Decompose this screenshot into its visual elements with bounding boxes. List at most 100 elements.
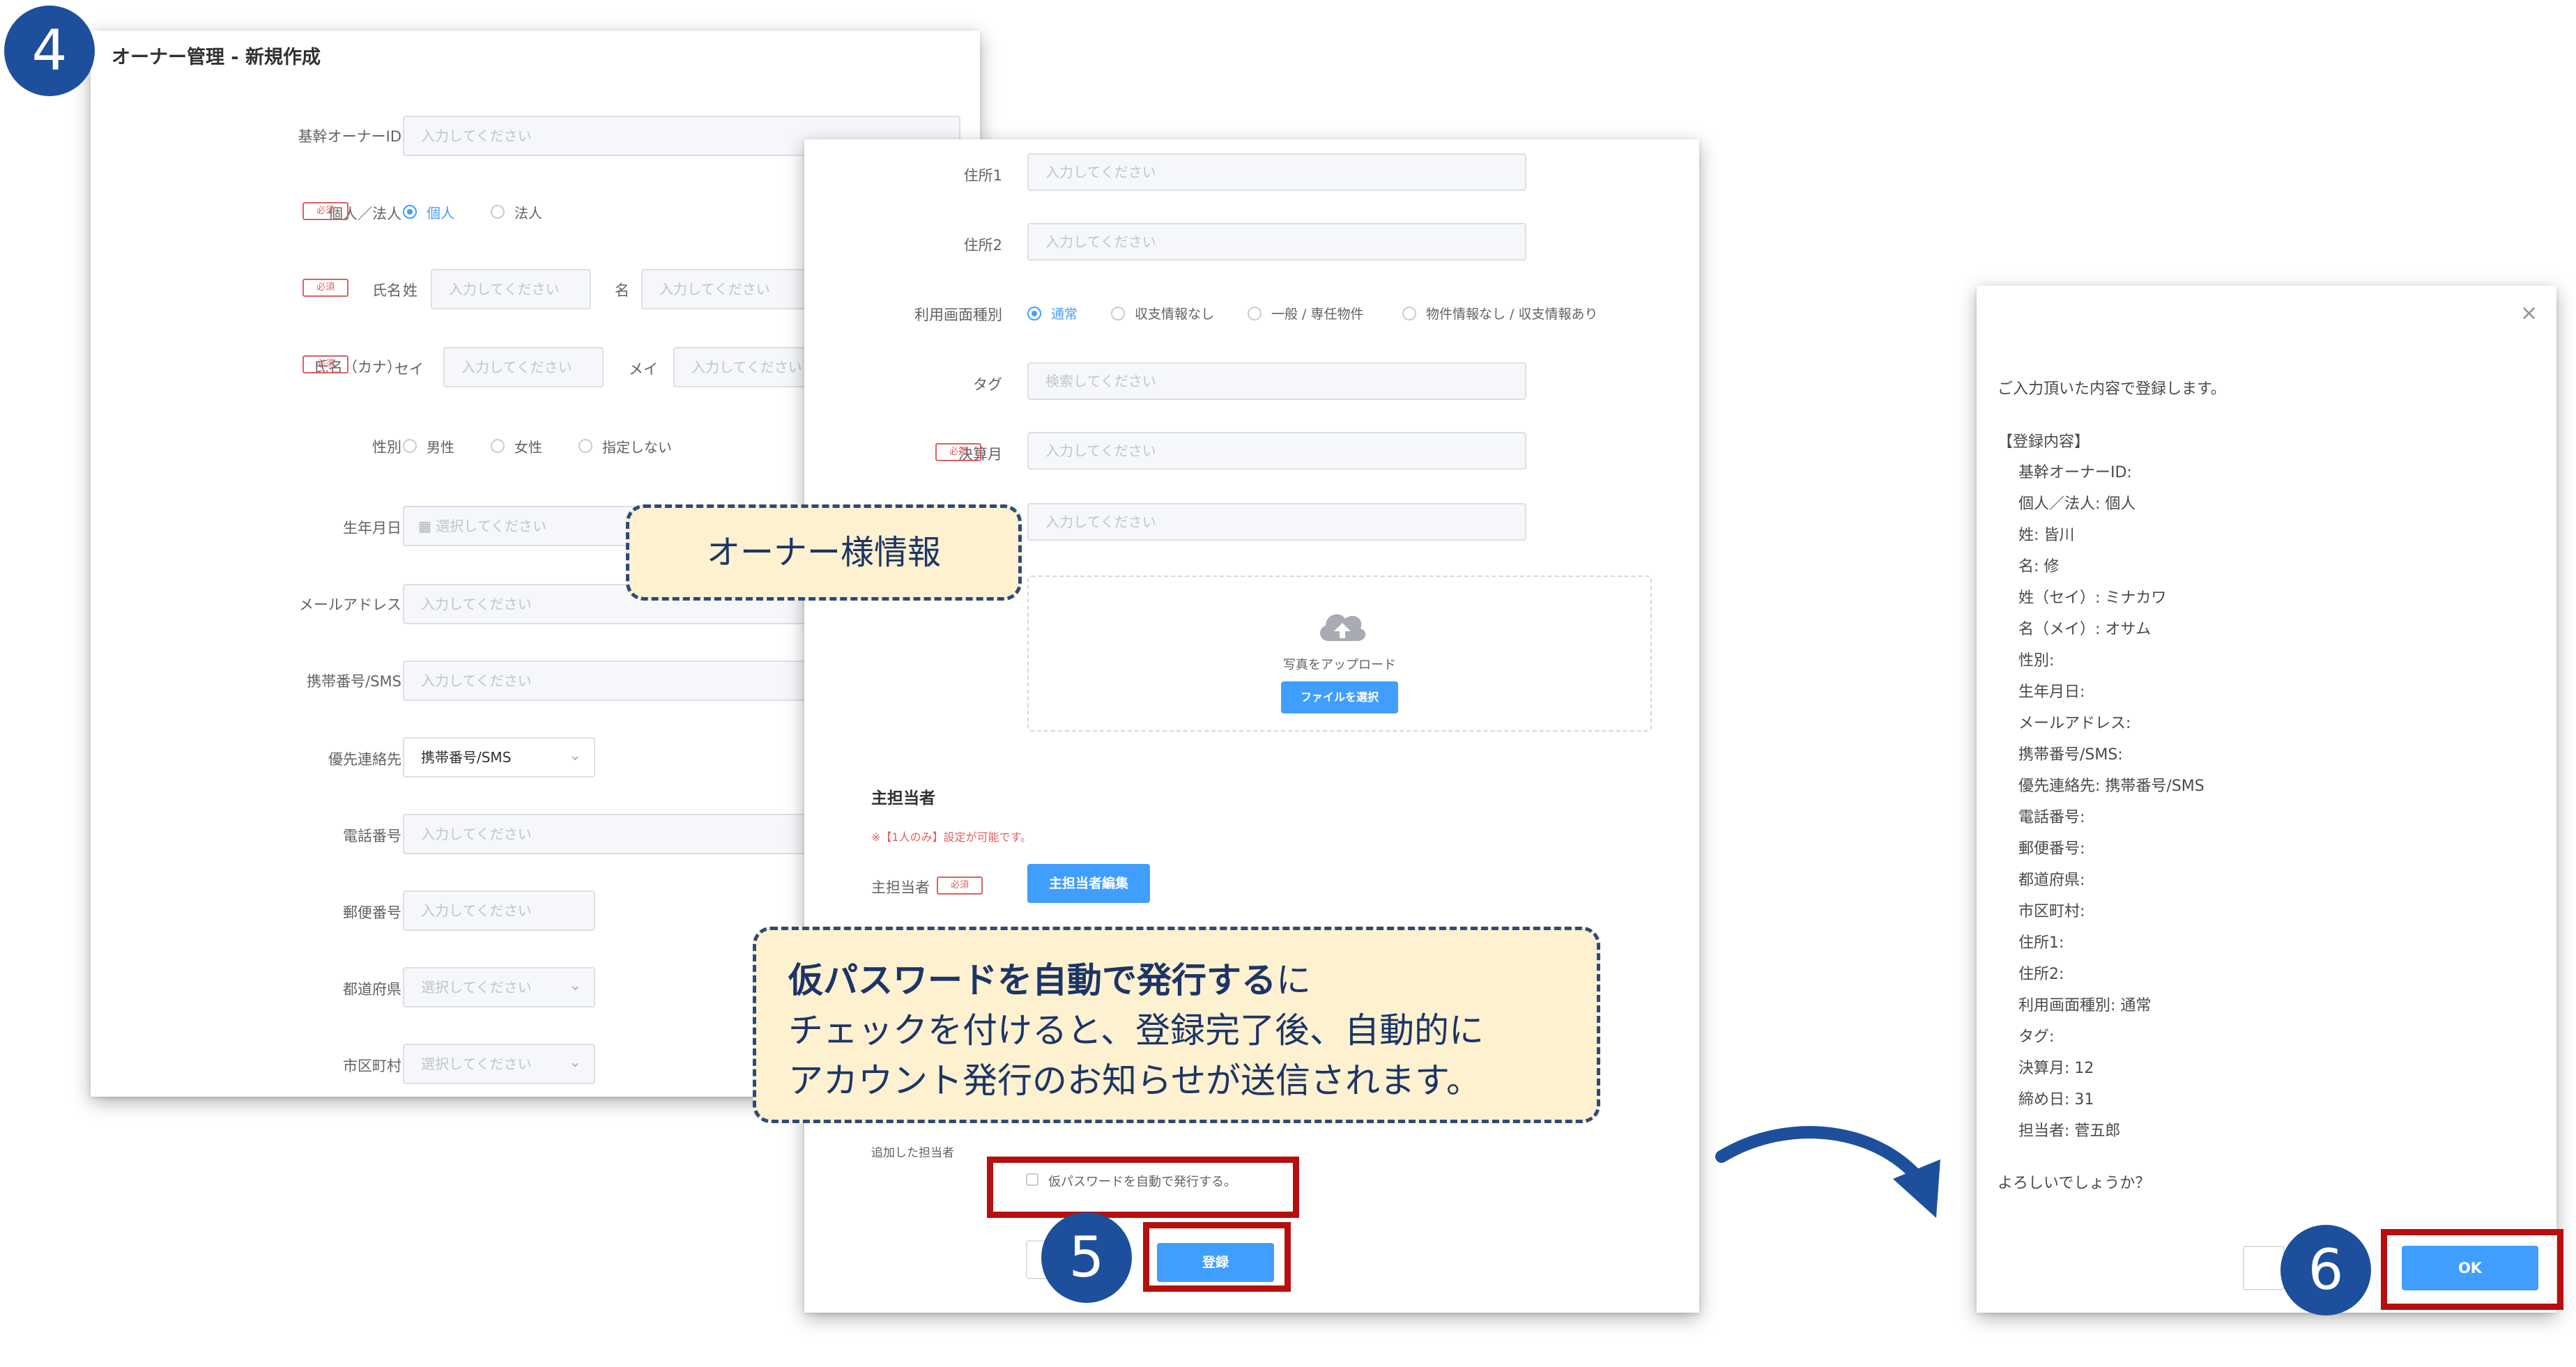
dialog-item: 姓（セイ）: ミナカワ xyxy=(2018,589,2167,607)
required-badge: 必須 xyxy=(935,443,981,461)
callout-owner-info: オーナー様情報 xyxy=(626,504,1022,601)
dialog-item: 決算月: 12 xyxy=(2018,1060,2094,1077)
radio-female-label[interactable]: 女性 xyxy=(514,436,542,456)
radio-corporation-label[interactable]: 法人 xyxy=(514,202,542,222)
field-label-tag: タグ xyxy=(973,376,1002,393)
first-name-prefix: 名 xyxy=(615,282,629,299)
dialog-section-title: 【登録内容】 xyxy=(1998,433,2090,451)
field-label-address1: 住所1 xyxy=(963,167,1002,184)
required-badge: 必須 xyxy=(302,279,348,297)
dialog-item: タグ: xyxy=(2018,1028,2055,1046)
radio-individual-label[interactable]: 個人 xyxy=(427,202,454,222)
radio-female[interactable] xyxy=(491,439,505,453)
dialog-item: 名（メイ）: オサム xyxy=(2018,621,2151,638)
closing-day-input[interactable]: 入力してください xyxy=(1027,503,1526,541)
highlight-auto-password xyxy=(987,1157,1299,1218)
cloud-upload-icon xyxy=(1320,614,1366,641)
prefecture-select[interactable]: 選択してください xyxy=(403,967,595,1007)
dialog-intro: ご入力頂いた内容で登録します。 xyxy=(1998,380,2226,398)
confirm-dialog: × ご入力頂いた内容で登録します。 【登録内容】 基幹オーナーID: 個人／法人:… xyxy=(1977,286,2556,1313)
dialog-item: 名: 修 xyxy=(2018,558,2060,576)
dialog-item: 生年月日: xyxy=(2018,684,2085,701)
manager-note: ※【1人のみ】設定が可能です。 xyxy=(871,831,1032,844)
field-label-gender: 性別 xyxy=(372,439,401,456)
required-badge: 必須 xyxy=(937,876,983,895)
edit-manager-button[interactable]: 主担当者編集 xyxy=(1027,864,1150,903)
dialog-item: メールアドレス: xyxy=(2018,715,2131,732)
radio-screen-normal[interactable] xyxy=(1027,307,1041,320)
dialog-item: 利用画面種別: 通常 xyxy=(2018,997,2152,1014)
dialog-item: 姓: 皆川 xyxy=(2018,527,2075,544)
dialog-confirm-text: よろしいでしょうか？ xyxy=(1998,1175,2151,1192)
chevron-down-icon: ⌄ xyxy=(569,977,582,994)
highlight-register-button xyxy=(1143,1222,1291,1292)
last-name-prefix: 姓 xyxy=(403,282,417,299)
dialog-item: 住所1: xyxy=(2018,934,2064,952)
required-badge: 必須 xyxy=(302,202,348,220)
dialog-item: 個人／法人: 個人 xyxy=(2018,495,2136,513)
address2-input[interactable]: 入力してください xyxy=(1027,223,1526,261)
dialog-item: 電話番号: xyxy=(2018,809,2085,826)
page-title: オーナー管理 - 新規作成 xyxy=(112,47,321,68)
dialog-item: 住所2: xyxy=(2018,966,2064,983)
chevron-down-icon: ⌄ xyxy=(569,1053,582,1071)
field-label-birthday: 生年月日 xyxy=(343,520,401,536)
radio-individual[interactable] xyxy=(403,205,417,219)
callout-line2: チェックを付けると、登録完了後、自動的に xyxy=(788,1010,1484,1051)
close-icon[interactable]: × xyxy=(2520,301,2538,325)
kana-last-input[interactable]: 入力してください xyxy=(443,347,604,387)
field-label-priority-contact: 優先連絡先 xyxy=(328,751,401,768)
manager-section-title: 主担当者 xyxy=(871,789,935,808)
radio-screen-normal-label[interactable]: 通常 xyxy=(1051,304,1078,323)
field-label-postal: 郵便番号 xyxy=(343,904,401,921)
photo-upload-area[interactable]: 写真をアップロード ファイルを選択 xyxy=(1027,576,1652,732)
radio-unspecified-label[interactable]: 指定しない xyxy=(602,436,672,456)
calendar-icon: ▦ xyxy=(418,518,436,534)
dialog-item: 携帯番号/SMS: xyxy=(2018,746,2123,764)
field-label-address2: 住所2 xyxy=(963,237,1002,254)
dialog-item: 市区町村: xyxy=(2018,903,2085,920)
priority-contact-select[interactable]: 携帯番号/SMS xyxy=(403,737,595,778)
callout-line1-bold: 仮パスワードを自動で発行する xyxy=(788,960,1276,1001)
dialog-item: 優先連絡先: 携帯番号/SMS xyxy=(2018,778,2205,795)
step-marker-4: 4 xyxy=(4,6,95,96)
select-file-button[interactable]: ファイルを選択 xyxy=(1281,681,1398,713)
dialog-item: 担当者: 菅五郎 xyxy=(2018,1122,2121,1140)
callout-line3: アカウント発行のお知らせが送信されます。 xyxy=(788,1060,1481,1101)
radio-screen-no-property[interactable] xyxy=(1402,307,1416,320)
radio-male-label[interactable]: 男性 xyxy=(427,436,454,456)
dialog-cancel-button[interactable] xyxy=(2243,1246,2285,1290)
dialog-item: 都道府県: xyxy=(2018,872,2085,889)
radio-screen-general-label[interactable]: 一般 / 専任物件 xyxy=(1271,304,1363,323)
radio-screen-no-income[interactable] xyxy=(1111,307,1125,320)
kana-first-prefix: メイ xyxy=(629,361,658,378)
address1-input[interactable]: 入力してください xyxy=(1027,153,1526,191)
city-select[interactable]: 選択してください xyxy=(403,1044,595,1084)
postal-input[interactable]: 入力してください xyxy=(403,890,595,931)
radio-unspecified[interactable] xyxy=(578,439,592,453)
highlight-ok-button xyxy=(2381,1229,2563,1310)
field-label-mobile: 携帯番号/SMS xyxy=(307,673,401,690)
radio-screen-general[interactable] xyxy=(1248,307,1262,320)
kana-last-prefix: セイ xyxy=(394,361,424,378)
radio-male[interactable] xyxy=(403,439,417,453)
dialog-item: 性別: xyxy=(2018,652,2055,670)
field-label-city: 市区町村 xyxy=(343,1058,401,1074)
field-label-owner-id: 基幹オーナーID xyxy=(298,128,401,145)
callout-auto-password: 仮パスワードを自動で発行するに チェックを付けると、登録完了後、自動的に アカウ… xyxy=(753,927,1600,1123)
upload-label: 写真をアップロード xyxy=(1283,658,1396,672)
field-label-screen-type: 利用画面種別 xyxy=(914,307,1002,323)
tag-search-input[interactable]: 検索してください xyxy=(1027,362,1526,400)
next-arrow-icon xyxy=(1715,1126,1940,1218)
owner-create-form-continued-panel: 住所1 入力してください 住所2 入力してください 利用画面種別 通常 収支情報… xyxy=(804,139,1699,1313)
field-label-prefecture: 都道府県 xyxy=(343,981,401,998)
radio-corporation[interactable] xyxy=(491,205,505,219)
dialog-item: 基幹オーナーID: xyxy=(2018,464,2132,481)
radio-screen-no-property-label[interactable]: 物件情報なし / 収支情報あり xyxy=(1426,304,1597,323)
field-label-email: メールアドレス xyxy=(299,596,401,613)
fiscal-month-input[interactable]: 入力してください xyxy=(1027,432,1526,470)
step-marker-6: 6 xyxy=(2280,1225,2371,1315)
required-badge: 必須 xyxy=(302,355,348,373)
radio-screen-no-income-label[interactable]: 収支情報なし xyxy=(1135,304,1214,323)
last-name-input[interactable]: 入力してください xyxy=(431,269,591,309)
